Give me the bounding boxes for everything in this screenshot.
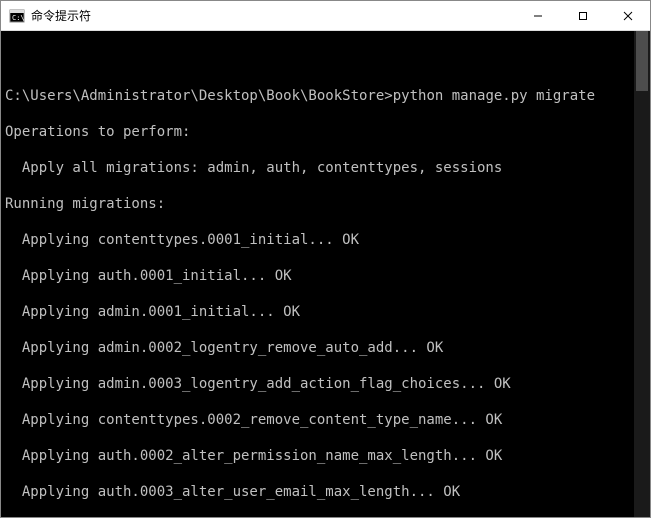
output-line: Applying admin.0002_logentry_remove_auto… <box>5 339 630 357</box>
terminal-area: C:\Users\Administrator\Desktop\Book\Book… <box>1 31 650 517</box>
output-line: Applying admin.0001_initial... OK <box>5 303 630 321</box>
terminal-line <box>5 51 630 69</box>
svg-text:C:\: C:\ <box>12 14 25 22</box>
titlebar[interactable]: C:\ 命令提示符 <box>1 1 650 31</box>
window-title: 命令提示符 <box>31 7 515 24</box>
output-line: Operations to perform: <box>5 123 630 141</box>
maximize-button[interactable] <box>560 1 605 30</box>
output-line: Applying contenttypes.0001_initial... OK <box>5 231 630 249</box>
window-controls <box>515 1 650 30</box>
output-line: Applying contenttypes.0002_remove_conten… <box>5 411 630 429</box>
command-text: python manage.py migrate <box>393 88 595 104</box>
scrollbar-thumb[interactable] <box>636 31 648 91</box>
prompt-line: C:\Users\Administrator\Desktop\Book\Book… <box>5 87 630 105</box>
output-line: Applying auth.0003_alter_user_email_max_… <box>5 483 630 501</box>
vertical-scrollbar[interactable] <box>634 31 650 517</box>
output-line: Apply all migrations: admin, auth, conte… <box>5 159 630 177</box>
output-line: Applying auth.0002_alter_permission_name… <box>5 447 630 465</box>
cmd-icon: C:\ <box>9 8 25 24</box>
minimize-button[interactable] <box>515 1 560 30</box>
terminal-output[interactable]: C:\Users\Administrator\Desktop\Book\Book… <box>1 31 634 517</box>
prompt: C:\Users\Administrator\Desktop\Book\Book… <box>5 88 393 104</box>
cmd-window: C:\ 命令提示符 C:\Users\Administrator\Desktop… <box>0 0 651 518</box>
output-line: Applying admin.0003_logentry_add_action_… <box>5 375 630 393</box>
close-button[interactable] <box>605 1 650 30</box>
output-line: Running migrations: <box>5 195 630 213</box>
output-line: Applying auth.0001_initial... OK <box>5 267 630 285</box>
